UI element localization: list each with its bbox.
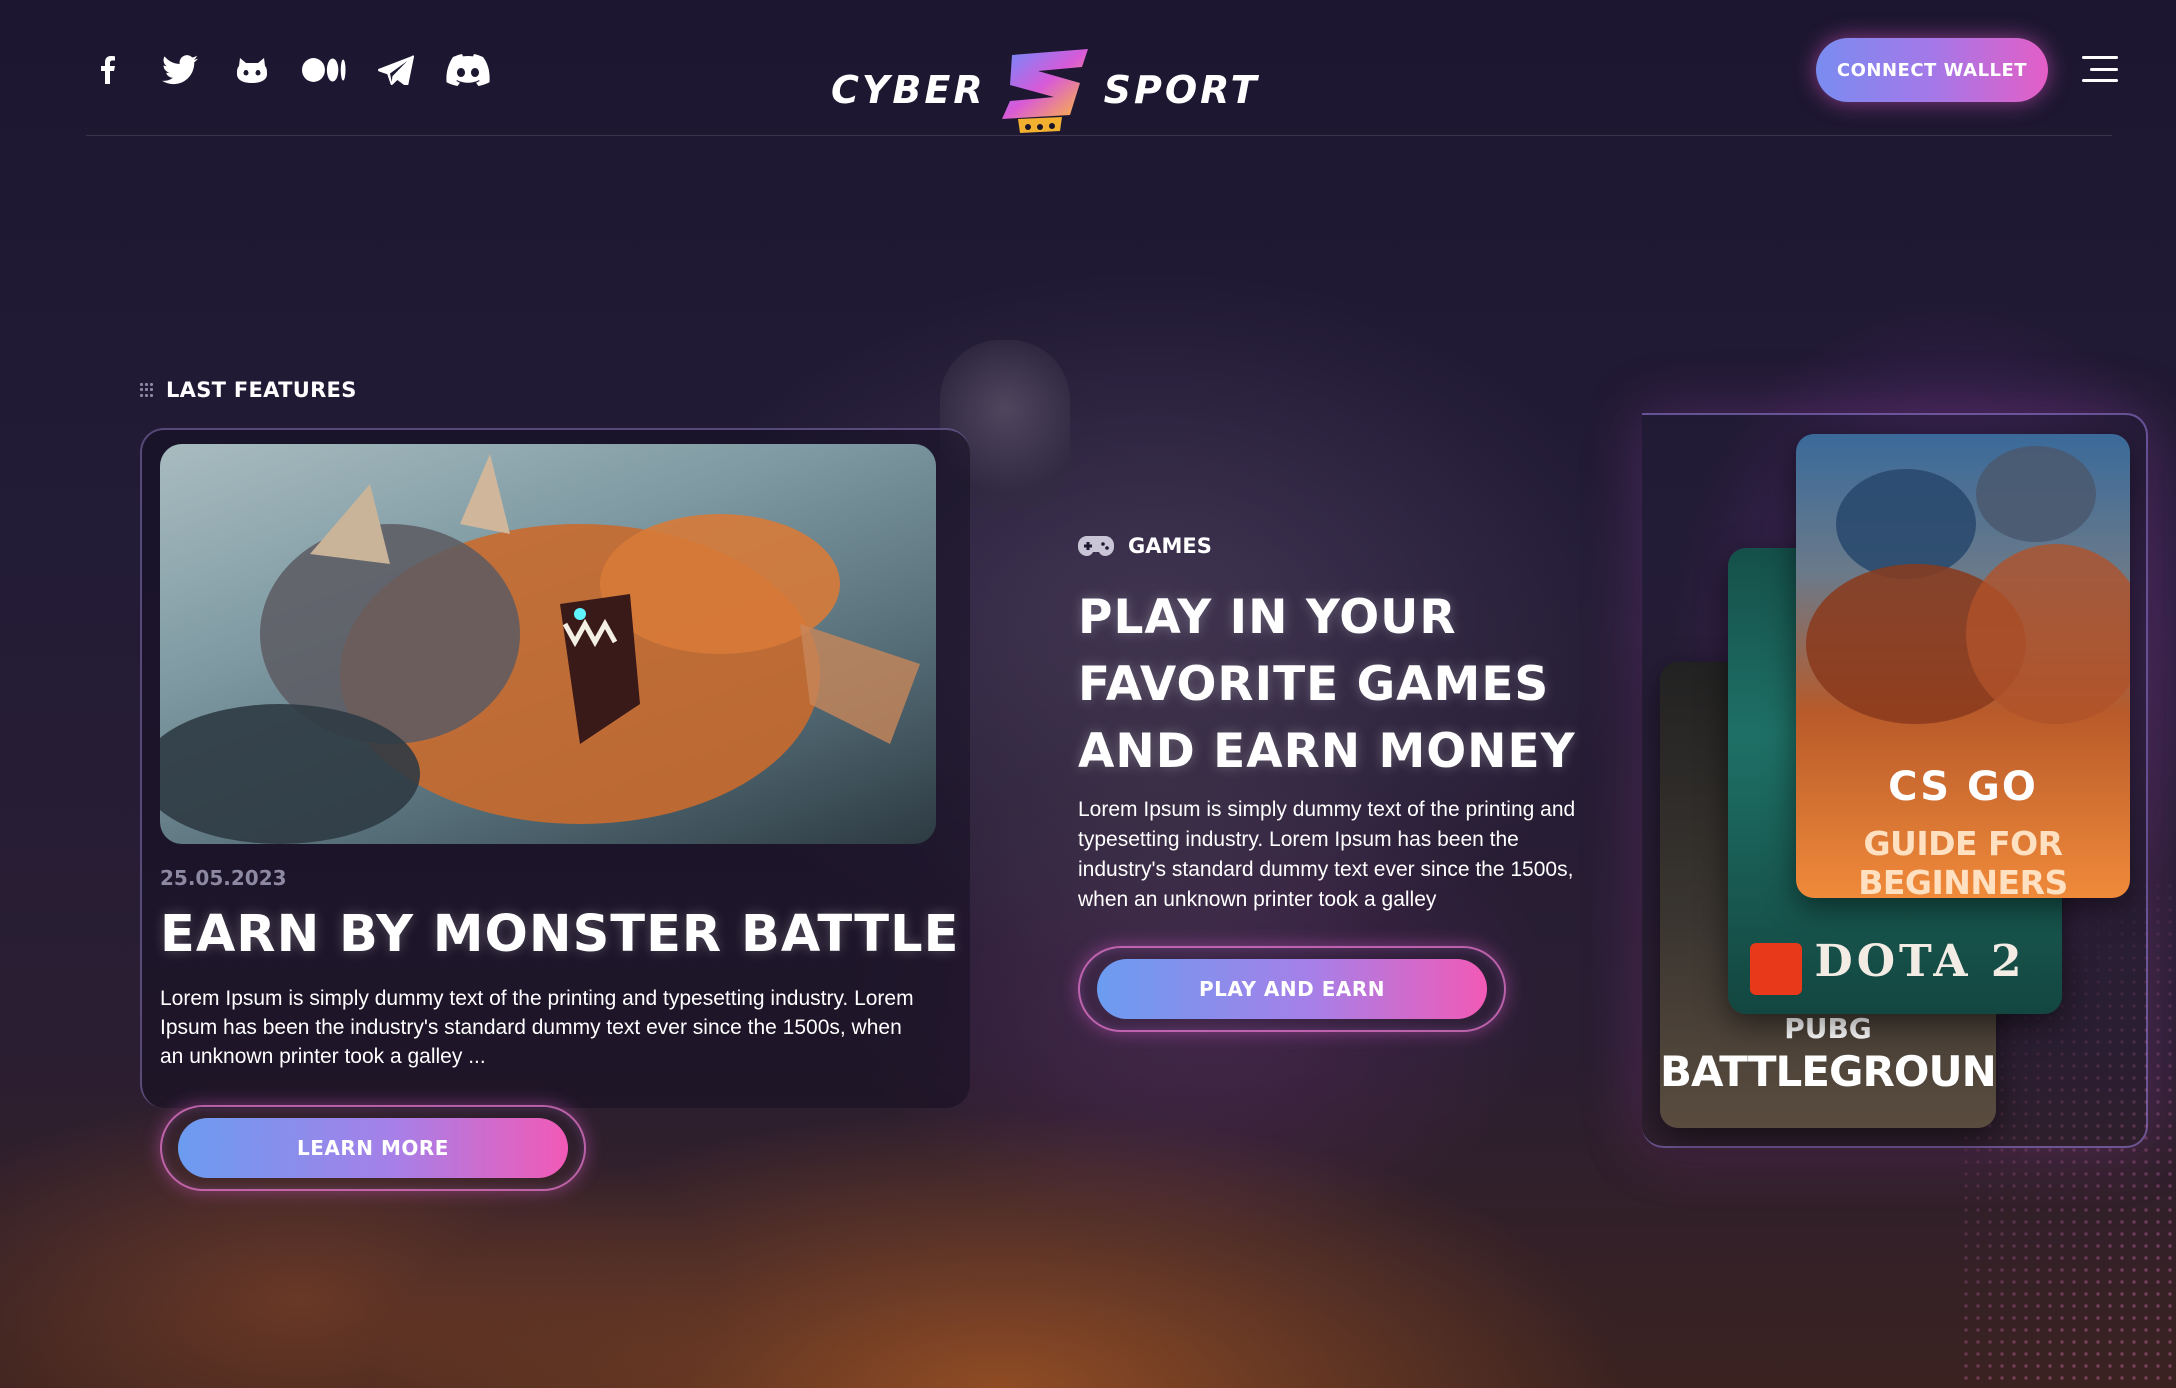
last-features-label: LAST FEATURES [140,378,357,402]
logo-emblem-icon [1001,49,1088,133]
facebook-icon[interactable] [86,52,130,88]
battlegrounds-label: BATTLEGROUNDS [1660,1047,1996,1096]
section-title: LAST FEATURES [166,378,357,402]
connect-wallet-button[interactable]: CONNECT WALLET [1816,38,2048,102]
logo-text-right: SPORT [1103,68,1260,112]
twitter-icon[interactable] [158,52,202,88]
menu-line [2082,79,2118,82]
medium-icon[interactable] [302,52,346,88]
menu-line [2090,67,2118,71]
play-and-earn-button[interactable]: PLAY AND EARN [1097,959,1487,1019]
github-icon[interactable] [230,52,274,88]
learn-more-button[interactable]: LEARN MORE [178,1118,568,1178]
feature-title: EARN BY MONSTER BATTLE [160,905,960,964]
cybersport-logo[interactable]: CYBER SPORT [831,40,1376,140]
games-title: PLAY IN YOUR FAVORITE GAMES AND EARN MON… [1078,590,1576,779]
feature-description: Lorem Ipsum is simply dummy text of the … [160,987,914,1068]
header: CYBER SPORT CONNECT WALLET [86,0,2118,136]
monster-battle-image[interactable] [160,444,936,844]
guide-for-beginners-label: GUIDE FOR BEGINNERS [1858,824,2068,898]
gamepad-icon [1078,536,1114,556]
menu-line [2082,56,2118,59]
feature-date: 25.05.2023 [160,866,287,890]
discord-icon[interactable] [446,52,490,88]
social-links [86,52,490,88]
pubg-label: PUBG [1784,1012,1872,1045]
games-label-text: GAMES [1128,534,1212,558]
learn-more-button-frame: LEARN MORE [160,1105,586,1191]
logo-text-left: CYBER [831,68,986,112]
csgo-card[interactable]: CS GO GUIDE FOR BEGINNERS [1796,434,2130,898]
play-and-earn-button-frame: PLAY AND EARN [1078,946,1506,1032]
dota2-label: DOTA 2 [1814,936,2026,987]
telegram-icon[interactable] [374,52,418,88]
grid-dots-icon [140,383,154,397]
csgo-logo: CS GO [1888,764,2038,810]
games-description: Lorem Ipsum is simply dummy text of the … [1078,798,1576,911]
games-label: GAMES [1078,534,1212,558]
hamburger-icon[interactable] [2082,56,2118,82]
